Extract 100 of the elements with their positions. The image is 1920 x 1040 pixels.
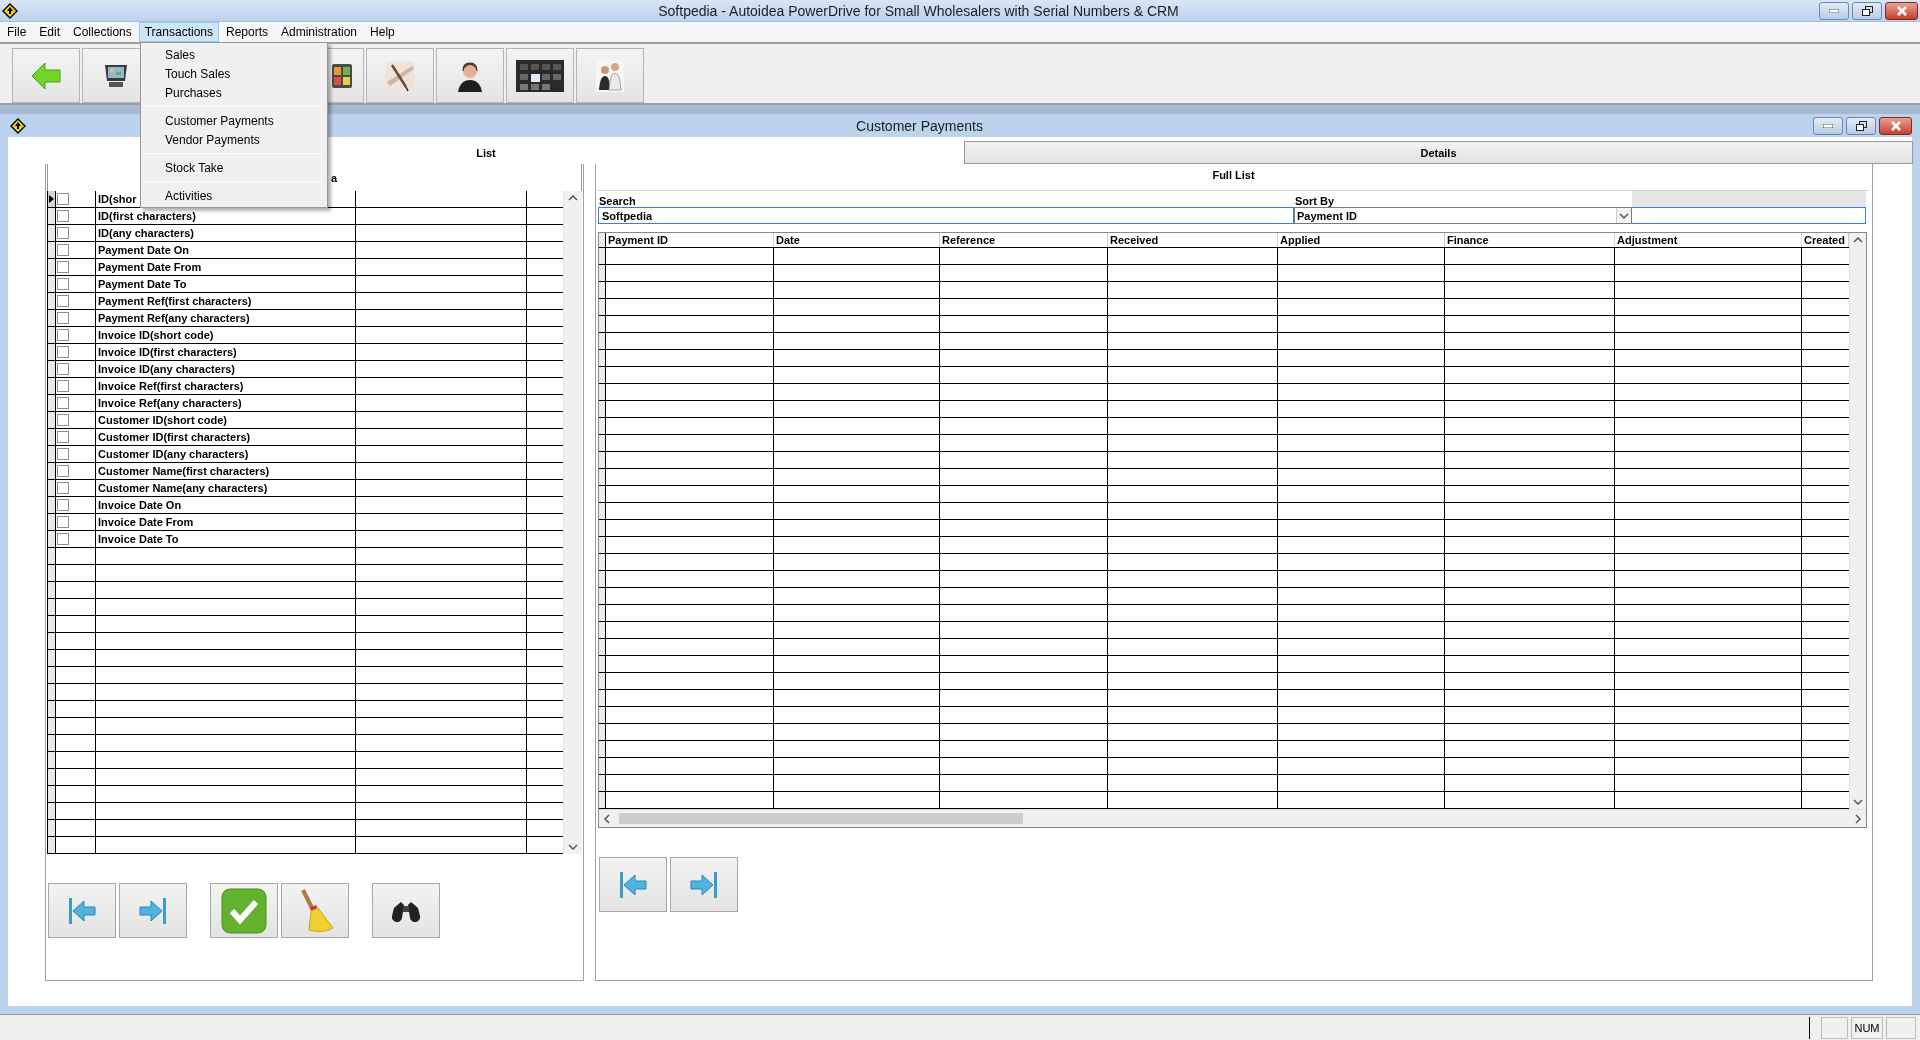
vertical-scrollbar[interactable] (563, 191, 582, 854)
row-header[interactable] (48, 820, 56, 836)
last-button[interactable] (119, 883, 187, 938)
row-header[interactable] (599, 588, 606, 604)
first-button[interactable] (48, 883, 116, 938)
row-header[interactable] (48, 718, 56, 734)
row-header[interactable] (48, 616, 56, 632)
checkbox[interactable] (57, 261, 69, 273)
row-header[interactable] (599, 316, 606, 332)
toolbar-button[interactable] (506, 48, 574, 103)
row-header[interactable] (599, 639, 606, 655)
checkbox[interactable] (57, 227, 69, 239)
menu-item[interactable]: Administration (275, 22, 364, 42)
row-header[interactable] (48, 446, 56, 462)
row-header[interactable] (48, 191, 56, 207)
row-header[interactable] (48, 429, 56, 445)
row-header[interactable] (48, 582, 56, 598)
restore-button[interactable] (1846, 116, 1876, 135)
row-header[interactable] (599, 282, 606, 298)
row-header[interactable] (48, 276, 56, 292)
checkbox[interactable] (57, 465, 69, 477)
checkbox[interactable] (57, 312, 69, 324)
checkbox[interactable] (57, 414, 69, 426)
row-header[interactable] (48, 684, 56, 700)
row-header[interactable] (599, 248, 606, 264)
checkbox[interactable] (57, 397, 69, 409)
row-header[interactable] (599, 741, 606, 757)
row-header[interactable] (599, 537, 606, 553)
row-header[interactable] (48, 242, 56, 258)
column-header[interactable]: Adjustment (1615, 233, 1802, 247)
menu-item[interactable]: Purchases (143, 83, 325, 102)
row-header[interactable] (599, 384, 606, 400)
menu-item[interactable]: Sales (143, 45, 325, 64)
column-header[interactable]: Date (774, 233, 940, 247)
checkbox[interactable] (57, 346, 69, 358)
row-header[interactable] (48, 310, 56, 326)
row-header[interactable] (599, 350, 606, 366)
tab[interactable]: Details (964, 141, 1913, 164)
row-header[interactable] (48, 259, 56, 275)
column-header[interactable]: Payment ID (606, 233, 774, 247)
row-header[interactable] (48, 395, 56, 411)
row-header[interactable] (599, 554, 606, 570)
row-header[interactable] (599, 469, 606, 485)
checkbox[interactable] (57, 516, 69, 528)
row-header[interactable] (48, 412, 56, 428)
row-header[interactable] (48, 344, 56, 360)
row-header[interactable] (48, 327, 56, 343)
toolbar-button[interactable] (436, 48, 504, 103)
row-header[interactable] (48, 548, 56, 564)
column-header[interactable]: Finance (1445, 233, 1615, 247)
row-header[interactable] (599, 418, 606, 434)
checkbox[interactable] (57, 210, 69, 222)
first-button[interactable] (599, 857, 667, 912)
column-header[interactable]: Reference (940, 233, 1108, 247)
row-header[interactable] (48, 208, 56, 224)
checkbox[interactable] (57, 363, 69, 375)
row-header[interactable] (599, 435, 606, 451)
row-header[interactable] (599, 707, 606, 723)
menu-item[interactable]: Collections (67, 22, 138, 42)
row-header[interactable] (48, 803, 56, 819)
clear-button[interactable] (281, 883, 349, 938)
menu-item[interactable]: Customer Payments (143, 111, 325, 130)
checkbox[interactable] (57, 244, 69, 256)
row-header[interactable] (48, 378, 56, 394)
apply-button[interactable] (210, 883, 278, 938)
checkbox[interactable] (57, 278, 69, 290)
menu-item[interactable]: Activities (143, 186, 325, 205)
menu-item[interactable]: Edit (33, 22, 67, 42)
column-header[interactable]: Applied (1278, 233, 1445, 247)
horizontal-scrollbar[interactable] (599, 809, 1866, 827)
minimize-button[interactable] (1819, 1, 1849, 20)
restore-button[interactable] (1852, 1, 1882, 20)
row-header[interactable] (599, 656, 606, 672)
row-header[interactable] (48, 531, 56, 547)
menu-item[interactable]: Reports (220, 22, 274, 42)
row-header[interactable] (48, 837, 56, 853)
last-button[interactable] (670, 857, 738, 912)
row-header[interactable] (599, 367, 606, 383)
close-button[interactable] (1885, 1, 1918, 20)
row-header[interactable] (599, 690, 606, 706)
row-header[interactable] (48, 463, 56, 479)
row-header[interactable] (48, 667, 56, 683)
row-header[interactable] (599, 401, 606, 417)
row-header[interactable] (48, 633, 56, 649)
row-header[interactable] (48, 735, 56, 751)
row-header[interactable] (48, 514, 56, 530)
row-header[interactable] (48, 786, 56, 802)
row-header[interactable] (48, 599, 56, 615)
row-header[interactable] (599, 605, 606, 621)
row-header[interactable] (48, 752, 56, 768)
row-header[interactable] (599, 775, 606, 791)
row-header[interactable] (599, 571, 606, 587)
row-header[interactable] (48, 769, 56, 785)
checkbox[interactable] (57, 295, 69, 307)
menu-item[interactable]: Transactions (138, 22, 219, 42)
row-header[interactable] (599, 758, 606, 774)
row-header[interactable] (599, 673, 606, 689)
row-header[interactable] (48, 361, 56, 377)
row-header[interactable] (48, 225, 56, 241)
row-header[interactable] (599, 265, 606, 281)
